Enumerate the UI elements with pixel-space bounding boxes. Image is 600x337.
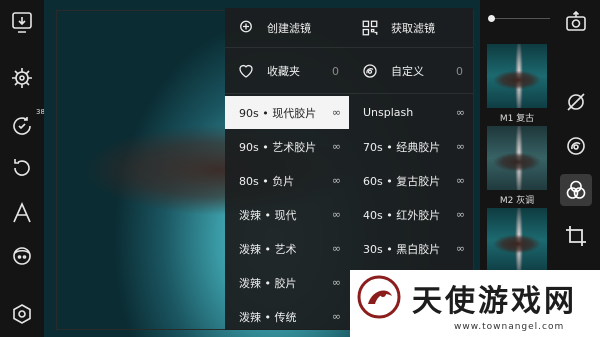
custom-item[interactable]: 自定义 0 (361, 48, 473, 94)
face-icon[interactable] (10, 244, 34, 268)
filter-pack-label: 泼辣 • 胶片 (239, 276, 297, 290)
filter-pack-count: ∞ (455, 208, 465, 221)
filter-pack-label: 70s • 经典胶片 (363, 140, 441, 154)
history-icon[interactable]: 38 (10, 108, 45, 138)
watermark: 天使游戏网 www.townangel.com (350, 270, 600, 337)
filter-pack-count: ∞ (455, 174, 465, 187)
filter-pack-item[interactable]: 90s • 艺术胶片 ∞ (225, 130, 349, 163)
watermark-url: www.townangel.com (454, 322, 565, 332)
filter-pack-item[interactable]: 60s • 复古胶片 ∞ (349, 164, 473, 197)
filter-pack-item[interactable]: 泼辣 • 艺术 ∞ (225, 232, 349, 265)
filter-pack-count: ∞ (331, 174, 341, 187)
get-filter-label: 获取滤镜 (391, 22, 435, 35)
left-toolbar: 38 (0, 0, 45, 337)
get-filter-button[interactable]: 获取滤镜 (361, 8, 471, 48)
qr-code-icon (362, 20, 378, 36)
create-filter-icon (240, 20, 252, 33)
mask-icon[interactable] (564, 134, 588, 158)
filter-pack-item[interactable]: 40s • 红外胶片 ∞ (349, 198, 473, 231)
filter-pack-count: ∞ (331, 208, 341, 221)
create-filter-label: 创建滤镜 (267, 22, 311, 35)
filter-pack-label: 泼辣 • 现代 (239, 208, 297, 222)
filter-icon[interactable] (560, 174, 592, 206)
settings-wheel-icon[interactable] (10, 66, 34, 90)
filter-pack-item[interactable]: Unsplash ∞ (349, 96, 473, 129)
filter-pack-label: 90s • 现代胶片 (239, 106, 317, 120)
import-photo-icon[interactable] (10, 10, 34, 34)
crop-icon[interactable] (564, 224, 588, 248)
filter-pack-label: 泼辣 • 艺术 (239, 242, 297, 256)
filter-pack-count: ∞ (331, 242, 341, 255)
preset-label: M1 复古 (499, 114, 535, 124)
slider-knob[interactable] (488, 15, 495, 22)
filter-pack-item[interactable]: 泼辣 • 现代 ∞ (225, 198, 349, 231)
filter-pack-count: ∞ (331, 140, 341, 153)
filter-pack-label: 泼辣 • 传统 (239, 310, 297, 324)
watermark-title: 天使游戏网 (412, 284, 577, 319)
filter-pack-count: ∞ (455, 106, 465, 119)
preset-thumbnail[interactable] (487, 208, 547, 272)
undo-icon[interactable] (10, 156, 34, 180)
filter-pack-label: 80s • 负片 (239, 174, 295, 188)
custom-count: 0 (456, 64, 463, 78)
watermark-logo-icon (357, 275, 401, 319)
preset-label: M2 灰调 (499, 196, 535, 206)
favorites-item[interactable]: 收藏夹 0 (237, 48, 349, 94)
filter-pack-count: ∞ (455, 242, 465, 255)
filter-pack-item[interactable]: 90s • 现代胶片 ∞ (225, 96, 349, 129)
custom-label: 自定义 (391, 65, 424, 78)
custom-filter-icon (363, 64, 377, 78)
favorites-label: 收藏夹 (267, 65, 300, 78)
panel-collections-row: 收藏夹 0 自定义 0 (225, 48, 473, 94)
filter-pack-count: ∞ (331, 106, 341, 119)
filter-strength-slider[interactable] (490, 18, 550, 19)
filter-pack-label: 40s • 红外胶片 (363, 208, 441, 222)
favorites-count: 0 (332, 64, 339, 78)
filter-pack-label: 60s • 复古胶片 (363, 174, 441, 188)
filter-pack-label: Unsplash (363, 106, 414, 119)
preset-thumbnail[interactable] (487, 126, 547, 190)
filter-pack-item[interactable]: 70s • 经典胶片 ∞ (349, 130, 473, 163)
panel-actions-row: 创建滤镜 获取滤镜 (225, 8, 473, 48)
heart-icon (239, 64, 253, 78)
preferences-icon[interactable] (10, 302, 34, 326)
filter-pack-item[interactable]: 30s • 黑白胶片 ∞ (349, 232, 473, 265)
text-icon[interactable] (10, 201, 34, 225)
remove-filter-icon[interactable] (564, 90, 588, 114)
export-icon[interactable] (564, 10, 588, 34)
preset-thumbnail[interactable] (487, 44, 547, 108)
create-filter-button[interactable]: 创建滤镜 (237, 8, 347, 48)
filter-pack-count: ∞ (455, 140, 465, 153)
filter-pack-item[interactable]: 80s • 负片 ∞ (225, 164, 349, 197)
filter-pack-item[interactable]: 泼辣 • 胶片 ∞ (225, 266, 349, 299)
filter-pack-label: 90s • 艺术胶片 (239, 140, 317, 154)
filter-pack-label: 30s • 黑白胶片 (363, 242, 441, 256)
filter-pack-count: ∞ (331, 310, 341, 323)
filter-pack-item[interactable]: 泼辣 • 传统 ∞ (225, 300, 349, 333)
filter-pack-count: ∞ (331, 276, 341, 289)
